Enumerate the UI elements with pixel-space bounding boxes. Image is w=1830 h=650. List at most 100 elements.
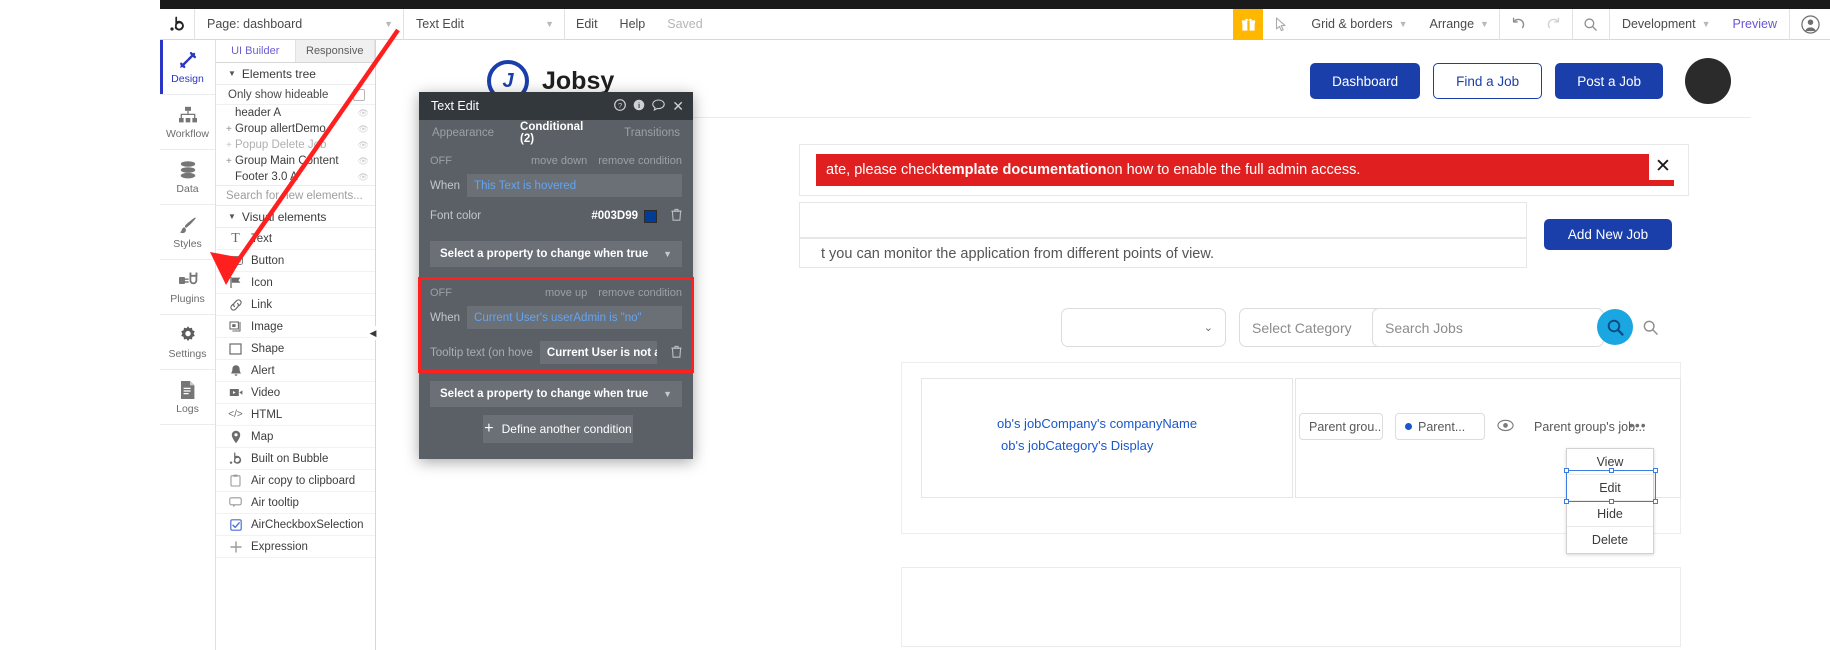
page-selector[interactable]: Page: dashboard ▼ — [195, 9, 403, 40]
search-icon[interactable] — [1573, 9, 1609, 40]
eye-icon[interactable] — [1494, 414, 1516, 436]
resize-handle[interactable] — [1564, 499, 1569, 504]
eye-icon[interactable]: 👁 — [358, 172, 369, 183]
tree-item[interactable]: Footer 3.0 A 👁 — [216, 169, 375, 185]
tree-item[interactable]: header A 👁 — [216, 105, 375, 121]
condition-2-when-expression[interactable]: Current User's userAdmin is "no" — [467, 306, 682, 329]
condition-2-move-up[interactable]: move up — [545, 287, 587, 299]
comment-icon[interactable] — [652, 99, 665, 114]
dialog-titlebar[interactable]: Text Edit ? i ✕ — [419, 92, 693, 120]
elements-tree-header[interactable]: ▼ Elements tree — [216, 63, 375, 85]
dashboard-button[interactable]: Dashboard — [1310, 63, 1420, 99]
element-aircheckboxselection[interactable]: AirCheckboxSelection — [216, 514, 375, 536]
only-show-hideable-checkbox[interactable] — [353, 89, 365, 101]
element-html[interactable]: </> HTML — [216, 404, 375, 426]
element-air-tooltip[interactable]: Air tooltip — [216, 492, 375, 514]
arrange-menu[interactable]: Arrange ▼ — [1418, 9, 1499, 40]
resize-handle[interactable] — [1609, 468, 1614, 473]
element-video[interactable]: Video — [216, 382, 375, 404]
eye-icon[interactable]: 👁 — [358, 124, 369, 135]
tree-item[interactable]: + Popup Delete Job 👁 — [216, 137, 375, 153]
trash-icon[interactable] — [671, 345, 682, 361]
bubble-logo-icon[interactable] — [160, 16, 194, 32]
resize-handle[interactable] — [1564, 468, 1569, 473]
visual-elements-header[interactable]: ▼ Visual elements — [216, 206, 375, 228]
search-elements-input[interactable]: Search for new elements... — [216, 185, 375, 206]
context-menu-hide[interactable]: Hide — [1567, 501, 1653, 527]
tab-responsive[interactable]: Responsive — [296, 40, 376, 62]
sidebar-item-logs[interactable]: Logs — [160, 370, 215, 425]
element-selector[interactable]: Text Edit ▼ — [404, 9, 564, 40]
expand-icon[interactable]: + — [226, 140, 233, 151]
preview-button[interactable]: Preview — [1721, 9, 1789, 40]
only-show-hideable-row[interactable]: Only show hideable — [216, 85, 375, 105]
select-filter-left[interactable]: ⌄ — [1061, 308, 1226, 347]
element-map[interactable]: Map — [216, 426, 375, 448]
condition-2-remove[interactable]: remove condition — [598, 287, 682, 299]
close-icon[interactable]: ✕ — [672, 99, 684, 113]
element-text[interactable]: T Text — [216, 228, 375, 250]
expand-icon[interactable]: + — [226, 156, 233, 167]
tab-ui-builder[interactable]: UI Builder — [216, 40, 296, 62]
eye-icon[interactable]: 👁 — [358, 140, 369, 151]
gift-icon[interactable] — [1233, 9, 1263, 40]
element-alert[interactable]: Alert — [216, 360, 375, 382]
more-horizontal-icon[interactable]: ••• — [1629, 417, 1647, 433]
tree-item[interactable]: + Group allertDemo 👁 — [216, 121, 375, 137]
sidebar-item-data[interactable]: Data — [160, 150, 215, 205]
resize-handle[interactable] — [1653, 468, 1658, 473]
sidebar-item-plugins[interactable]: Plugins — [160, 260, 215, 315]
expand-icon[interactable]: + — [226, 124, 233, 135]
tab-transitions[interactable]: Transitions — [611, 120, 693, 146]
condition-1-move-down[interactable]: move down — [531, 155, 587, 167]
element-icon[interactable]: Icon — [216, 272, 375, 294]
info-icon[interactable]: i — [633, 99, 645, 114]
search-alt-icon[interactable] — [1637, 314, 1663, 340]
element-shape[interactable]: Shape — [216, 338, 375, 360]
user-avatar-icon[interactable] — [1790, 9, 1830, 40]
add-new-job-button[interactable]: Add New Job — [1544, 219, 1672, 250]
element-image[interactable]: Image — [216, 316, 375, 338]
redo-icon[interactable] — [1536, 9, 1572, 40]
find-a-job-button[interactable]: Find a Job — [1433, 63, 1542, 99]
close-icon[interactable]: ✕ — [1649, 152, 1677, 180]
eye-icon[interactable]: 👁 — [358, 156, 369, 167]
condition-1-add-property[interactable]: Select a property to change when true ▼ — [430, 241, 682, 267]
parent-group-chip-1[interactable]: Parent grou... — [1299, 413, 1383, 440]
sidebar-item-styles[interactable]: Styles — [160, 205, 215, 260]
sidebar-item-settings[interactable]: Settings — [160, 315, 215, 370]
undo-icon[interactable] — [1500, 9, 1536, 40]
condition-1-when-expression[interactable]: This Text is hovered — [467, 174, 682, 197]
post-a-job-button[interactable]: Post a Job — [1555, 63, 1663, 99]
parent-group-chip-2[interactable]: Parent... — [1395, 413, 1485, 440]
sidebar-item-design[interactable]: Design — [160, 40, 215, 95]
condition-1-remove[interactable]: remove condition — [598, 155, 682, 167]
element-built-on-bubble[interactable]: Built on Bubble — [216, 448, 375, 470]
help-menu[interactable]: Help — [609, 9, 657, 40]
condition-2-tooltip-value[interactable]: Current User is not admin — [540, 341, 657, 364]
edit-menu[interactable]: Edit — [565, 9, 609, 40]
tab-appearance[interactable]: Appearance — [419, 120, 507, 146]
color-swatch[interactable] — [644, 210, 657, 223]
element-button[interactable]: CLICK Button — [216, 250, 375, 272]
font-color-value-group[interactable]: #003D99 — [591, 210, 657, 223]
version-selector[interactable]: Development ▼ — [1610, 9, 1721, 40]
eye-icon[interactable]: 👁 — [358, 108, 369, 119]
element-link[interactable]: Link — [216, 294, 375, 316]
grid-borders-menu[interactable]: Grid & borders ▼ — [1299, 9, 1417, 40]
element-air-copy-clipboard[interactable]: Air copy to clipboard — [216, 470, 375, 492]
avatar[interactable] — [1685, 58, 1731, 104]
search-button[interactable] — [1597, 309, 1633, 345]
define-another-condition-button[interactable]: + Define another condition — [483, 415, 633, 443]
tab-conditional[interactable]: Conditional (2) — [507, 120, 611, 146]
resize-handle[interactable] — [1609, 499, 1614, 504]
resize-handle[interactable] — [1653, 499, 1658, 504]
element-expression[interactable]: Expression — [216, 536, 375, 558]
search-jobs-input[interactable]: Search Jobs — [1372, 308, 1604, 347]
trash-icon[interactable] — [671, 208, 682, 224]
sidebar-item-workflow[interactable]: Workflow — [160, 95, 215, 150]
help-icon[interactable]: ? — [614, 99, 626, 114]
tree-item[interactable]: + Group Main Content 👁 — [216, 153, 375, 169]
condition-2-add-property[interactable]: Select a property to change when true ▼ — [430, 381, 682, 407]
context-menu-delete[interactable]: Delete — [1567, 527, 1653, 553]
